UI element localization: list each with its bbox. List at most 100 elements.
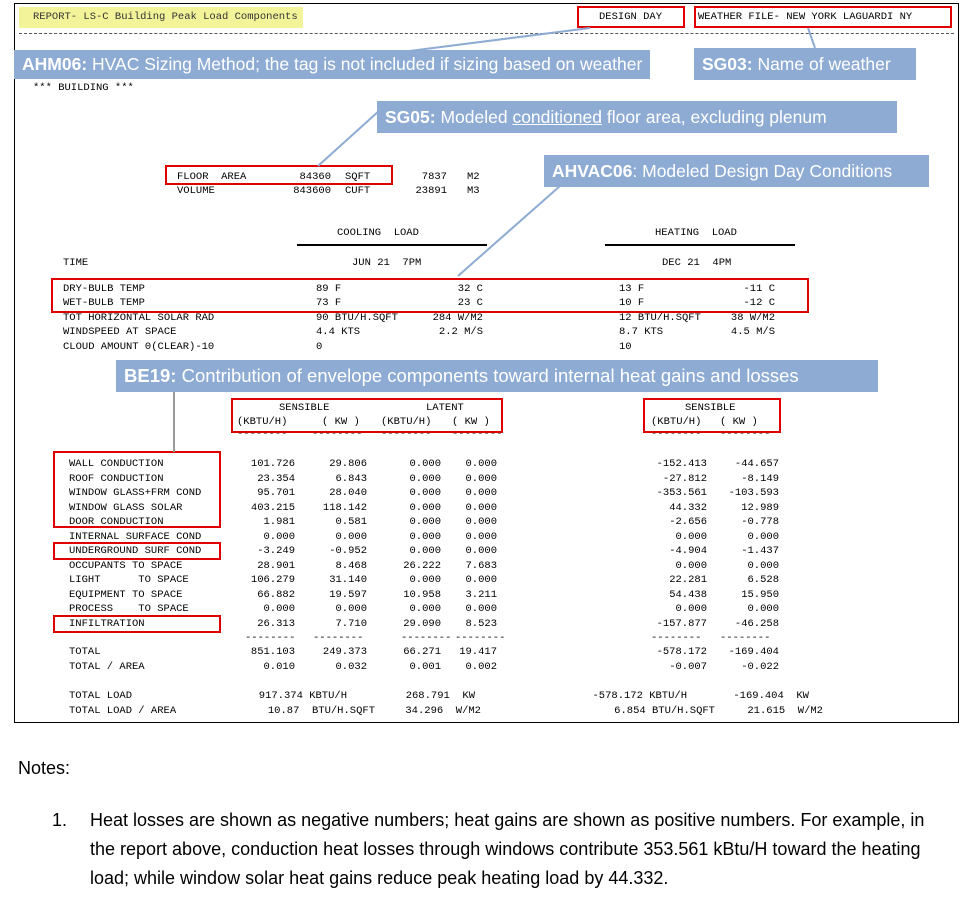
- component-row-latent-kw: 0.000: [465, 545, 497, 557]
- condition-cooling-metric: 284 W/M2: [432, 312, 483, 324]
- component-row-heating-kbtuh: -152.413: [656, 458, 707, 470]
- condition-cooling-imperial: 0: [316, 341, 323, 353]
- component-row-sensible-kbtuh: 66.882: [257, 588, 295, 601]
- total-row-heating-kw: -169.404: [728, 646, 779, 658]
- volume-metric-unit: M3: [467, 185, 480, 197]
- report-title: REPORT- LS-C Building Peak Load Componen…: [19, 7, 303, 28]
- component-row-sensible-kbtuh: -3.249: [257, 545, 295, 557]
- component-row-heating-kbtuh: -27.812: [662, 472, 707, 485]
- component-row-heating-kw: 0.000: [747, 559, 779, 572]
- component-row-heating-kw: 0.000: [747, 530, 779, 543]
- total-load-area-heating: 6.854 BTU/H.SQFT: [614, 705, 715, 717]
- total-row-sensible-kbtuh: 0.010: [263, 660, 295, 673]
- callout-sg05: SG05: Modeled conditioned floor area, ex…: [377, 101, 897, 133]
- total-row-latent-kw: 19.417: [459, 646, 497, 658]
- callout-ahm06-code: AHM06:: [22, 54, 88, 74]
- component-row-sensible-kbtuh: 106.279: [250, 574, 295, 586]
- component-row-heating-kbtuh: 0.000: [675, 530, 707, 543]
- heating-time: DEC 21 4PM: [662, 257, 732, 269]
- total-load-label: TOTAL LOAD: [69, 690, 133, 702]
- component-row-heating-kw: 0.000: [747, 603, 779, 615]
- component-row-heating-kbtuh: 0.000: [675, 603, 707, 615]
- volume-label: VOLUME: [177, 185, 215, 197]
- infiltration-highlight: [53, 615, 221, 633]
- condition-heating-metric: 38 W/M2: [730, 312, 775, 324]
- component-row-sensible-kbtuh: 403.215: [250, 501, 295, 514]
- totals-underline: --------: [651, 632, 702, 644]
- component-row-heating-kw: -46.258: [734, 617, 779, 630]
- condition-cooling-metric: 2.2 M/S: [438, 326, 483, 338]
- component-row-sensible-kw: 118.142: [322, 501, 367, 514]
- component-row-heating-kbtuh: 22.281: [669, 574, 707, 586]
- component-row-sensible-kw: 29.806: [329, 458, 367, 470]
- volume-value: 843600: [293, 185, 331, 197]
- component-row-heating-kbtuh: 44.332: [669, 501, 707, 514]
- callout-ahm06: AHM06: HVAC Sizing Method; the tag is no…: [14, 50, 651, 79]
- condition-heating-imperial: 10: [619, 341, 632, 353]
- component-row-heating-kbtuh: -2.656: [669, 516, 707, 528]
- component-row-sensible-kbtuh: 101.726: [250, 458, 295, 470]
- component-row-heating-kw: -1.437: [741, 545, 779, 557]
- component-row-heating-kw: -103.593: [728, 487, 779, 499]
- total-load-heating-kw: -169.404 KW: [733, 690, 809, 702]
- callout-sg05-text-after: floor area, excluding plenum: [601, 107, 827, 127]
- totals-underline: --------: [313, 632, 364, 644]
- component-row-heating-kbtuh: 54.438: [669, 588, 707, 601]
- cooling-header-rule: [297, 244, 487, 246]
- component-row-latent-kw: 0.000: [465, 516, 497, 528]
- component-row-sensible-kw: -0.952: [329, 545, 367, 557]
- component-row-sensible-kw: 0.581: [335, 516, 367, 528]
- component-row-sensible-kw: 0.000: [335, 603, 367, 615]
- component-row-latent-kw: 0.000: [465, 458, 497, 470]
- note-text: Heat losses are shown as negative number…: [90, 810, 925, 888]
- total-load-area-cooling-metric: 34.296 W/M2: [405, 705, 481, 717]
- condition-cooling-imperial: 4.4 KTS: [316, 326, 361, 338]
- component-row-heating-kw: -44.657: [734, 458, 779, 470]
- component-row-sensible-kbtuh: 1.981: [263, 516, 295, 528]
- component-row-latent-kw: 0.000: [465, 472, 497, 485]
- callout-ahvac06-code: AHVAC06: [552, 161, 633, 181]
- total-load-area-heating-metric: 21.615 W/M2: [747, 705, 823, 717]
- total-row-heating-kbtuh: -0.007: [669, 660, 707, 673]
- component-row-sensible-kbtuh: 26.313: [257, 617, 295, 630]
- component-row-label: LIGHT TO SPACE: [69, 574, 189, 586]
- total-load-area-label: TOTAL LOAD / AREA: [69, 705, 177, 717]
- callout-sg05-underlined: conditioned: [512, 107, 602, 127]
- callout-ahvac06-text: : Modeled Design Day Conditions: [632, 161, 893, 181]
- notes-heading: Notes:: [18, 758, 71, 778]
- component-row-sensible-kbtuh: 95.701: [257, 487, 295, 499]
- component-row-heating-kbtuh: -4.904: [669, 545, 707, 557]
- component-row-sensible-kw: 8.468: [335, 559, 367, 572]
- total-row-heating-kbtuh: -578.172: [656, 646, 707, 658]
- cooling-load-header: COOLING LOAD: [337, 227, 419, 239]
- design-day-highlight: [577, 6, 685, 28]
- totals-underline: --------: [455, 632, 506, 644]
- component-row-label: EQUIPMENT TO SPACE: [69, 588, 183, 601]
- component-row-sensible-kbtuh: 28.901: [257, 559, 295, 572]
- total-row-latent-kw: 0.002: [465, 660, 497, 673]
- totals-underline: --------: [720, 632, 771, 644]
- component-row-sensible-kw: 0.000: [335, 530, 367, 543]
- floor-area-highlight: [165, 165, 393, 185]
- callout-be19-code: BE19:: [124, 365, 177, 386]
- condition-label: CLOUD AMOUNT 0(CLEAR)-10: [63, 341, 215, 353]
- note-number: 1.: [52, 810, 68, 830]
- floor-area-metric-unit: M2: [467, 171, 480, 183]
- callout-be19-text: Contribution of envelope components towa…: [176, 365, 799, 386]
- component-row-latent-kw: 0.000: [465, 574, 497, 586]
- condition-label: WINDSPEED AT SPACE: [63, 326, 177, 338]
- totals-underline: --------: [245, 632, 296, 644]
- component-row-latent-kw: 8.523: [465, 617, 497, 630]
- condition-heating-imperial: 12 BTU/H.SQFT: [619, 312, 701, 324]
- building-heading: *** BUILDING ***: [33, 82, 134, 94]
- component-row-heating-kw: 12.989: [741, 501, 779, 514]
- component-row-sensible-kw: 6.843: [335, 472, 367, 485]
- heating-load-header: HEATING LOAD: [655, 227, 737, 239]
- time-label: TIME: [63, 257, 89, 269]
- component-row-latent-kw: 3.211: [465, 588, 497, 601]
- total-load-heating: -578.172 KBTU/H: [592, 690, 687, 702]
- component-row-label: OCCUPANTS TO SPACE: [69, 559, 183, 572]
- callout-sg05-text-before: Modeled: [435, 107, 513, 127]
- component-row-latent-kw: 0.000: [465, 603, 497, 615]
- total-load-cooling-kw: 268.791 KW: [405, 690, 475, 702]
